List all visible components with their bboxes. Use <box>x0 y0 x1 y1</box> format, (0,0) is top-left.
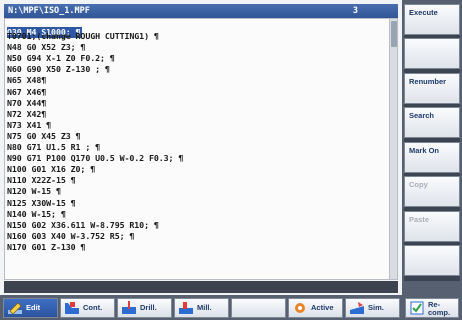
softkey-label: Mark On <box>409 146 440 155</box>
program-line[interactable]: N160 G03 X40 W-3.752 R5; ¶ <box>7 231 387 242</box>
program-line[interactable]: N72 X42¶ <box>7 109 387 120</box>
mill-icon <box>178 301 194 315</box>
vertical-softkey-panel: Execute Renumber Search Mark On Copy Paste <box>402 0 462 295</box>
hkey-label: Sim. <box>368 303 384 312</box>
program-path-header: N:\MPF\ISO_1.MPF 3 <box>4 4 398 18</box>
program-path: N:\MPF\ISO_1.MPF <box>8 6 90 16</box>
softkey-renumber[interactable]: Renumber <box>404 73 460 104</box>
program-line[interactable]: T0701;(change ROUGH CUTTING1) ¶ <box>7 31 387 42</box>
program-line[interactable]: N65 X48¶ <box>7 75 387 86</box>
active-gear-icon <box>292 301 308 315</box>
hkey-edit[interactable]: Edit <box>3 298 58 318</box>
hkey-label: Edit <box>26 303 41 312</box>
program-line[interactable]: N48 G0 X52 Z3; ¶ <box>7 42 387 53</box>
softkey-label: Execute <box>409 8 438 17</box>
softkey-label: Search <box>409 111 435 120</box>
hkey-active[interactable]: Active <box>288 298 343 318</box>
hkey-label: Re-comp. <box>428 300 451 317</box>
hkey-cont[interactable]: Cont. <box>60 298 115 318</box>
program-lines: O30 M4 S1000; ¶ T0701;(change ROUGH CUTTI… <box>7 20 387 253</box>
program-line[interactable]: N67 X46¶ <box>7 87 387 98</box>
program-editor[interactable]: O30 M4 S1000; ¶ T0701;(change ROUGH CUTTI… <box>4 18 398 280</box>
hkey-recomp[interactable]: Re-comp. <box>405 298 459 318</box>
program-line[interactable]: N140 W-15; ¶ <box>7 209 387 220</box>
hkey-label: Drill. <box>140 303 157 312</box>
softkey-label: Renumber <box>409 77 447 86</box>
status-strip <box>4 281 398 293</box>
softkey-copy[interactable]: Copy <box>404 176 460 207</box>
softkey-empty-7[interactable] <box>404 245 460 276</box>
program-line[interactable]: N170 G01 Z-130 ¶ <box>7 242 387 253</box>
simulation-icon <box>349 301 365 315</box>
softkey-execute[interactable]: Execute <box>404 4 460 35</box>
drill-icon <box>121 301 137 315</box>
hkey-empty[interactable] <box>231 298 286 318</box>
hkey-drill[interactable]: Drill. <box>117 298 172 318</box>
softkey-empty-1[interactable] <box>404 38 460 69</box>
contour-icon <box>64 301 80 315</box>
hkey-label: Cont. <box>83 303 103 312</box>
program-line[interactable]: N110 X22Z-15 ¶ <box>7 175 387 186</box>
softkey-paste[interactable]: Paste <box>404 211 460 242</box>
program-line[interactable]: N70 X44¶ <box>7 98 387 109</box>
program-line[interactable]: N90 G71 P100 Q170 U0.5 W-0.2 F0.3; ¶ <box>7 153 387 164</box>
edit-pencil-icon <box>7 301 23 315</box>
recompile-icon <box>409 301 425 315</box>
scrollbar-thumb[interactable] <box>391 21 397 47</box>
program-line[interactable]: N60 G90 X50 Z-130 ; ¶ <box>7 64 387 75</box>
program-line[interactable]: N50 G94 X-1 Z0 F0.2; ¶ <box>7 53 387 64</box>
program-line[interactable]: N80 G71 U1.5 R1 ; ¶ <box>7 142 387 153</box>
horizontal-softkey-bar: Edit Cont. Drill. Mill. Active Sim. Re-comp. <box>0 295 462 320</box>
softkey-label: Paste <box>409 215 430 224</box>
softkey-search[interactable]: Search <box>404 107 460 138</box>
program-line[interactable]: N120 W-15 ¶ <box>7 186 387 197</box>
softkey-separator <box>404 276 460 281</box>
hkey-label: Active <box>311 303 334 312</box>
program-line[interactable]: N150 G02 X36.611 W-8.795 R10; ¶ <box>7 220 387 231</box>
softkey-mark-on[interactable]: Mark On <box>404 142 460 173</box>
softkey-label: Copy <box>409 180 428 189</box>
hkey-mill[interactable]: Mill. <box>174 298 229 318</box>
program-line[interactable]: N100 G01 X16 Z0; ¶ <box>7 164 387 175</box>
program-line[interactable]: N125 X30W-15 ¶ <box>7 198 387 209</box>
channel-number: 3 <box>352 6 358 16</box>
hkey-sim[interactable]: Sim. <box>345 298 400 318</box>
hkey-label: Mill. <box>197 303 212 312</box>
vertical-scrollbar[interactable] <box>389 19 397 279</box>
program-line[interactable]: N75 G0 X45 Z3 ¶ <box>7 131 387 142</box>
program-line[interactable]: N73 X41 ¶ <box>7 120 387 131</box>
cnc-editor-screen: N:\MPF\ISO_1.MPF 3 O30 M4 S1000; ¶ T0701;… <box>0 0 462 320</box>
